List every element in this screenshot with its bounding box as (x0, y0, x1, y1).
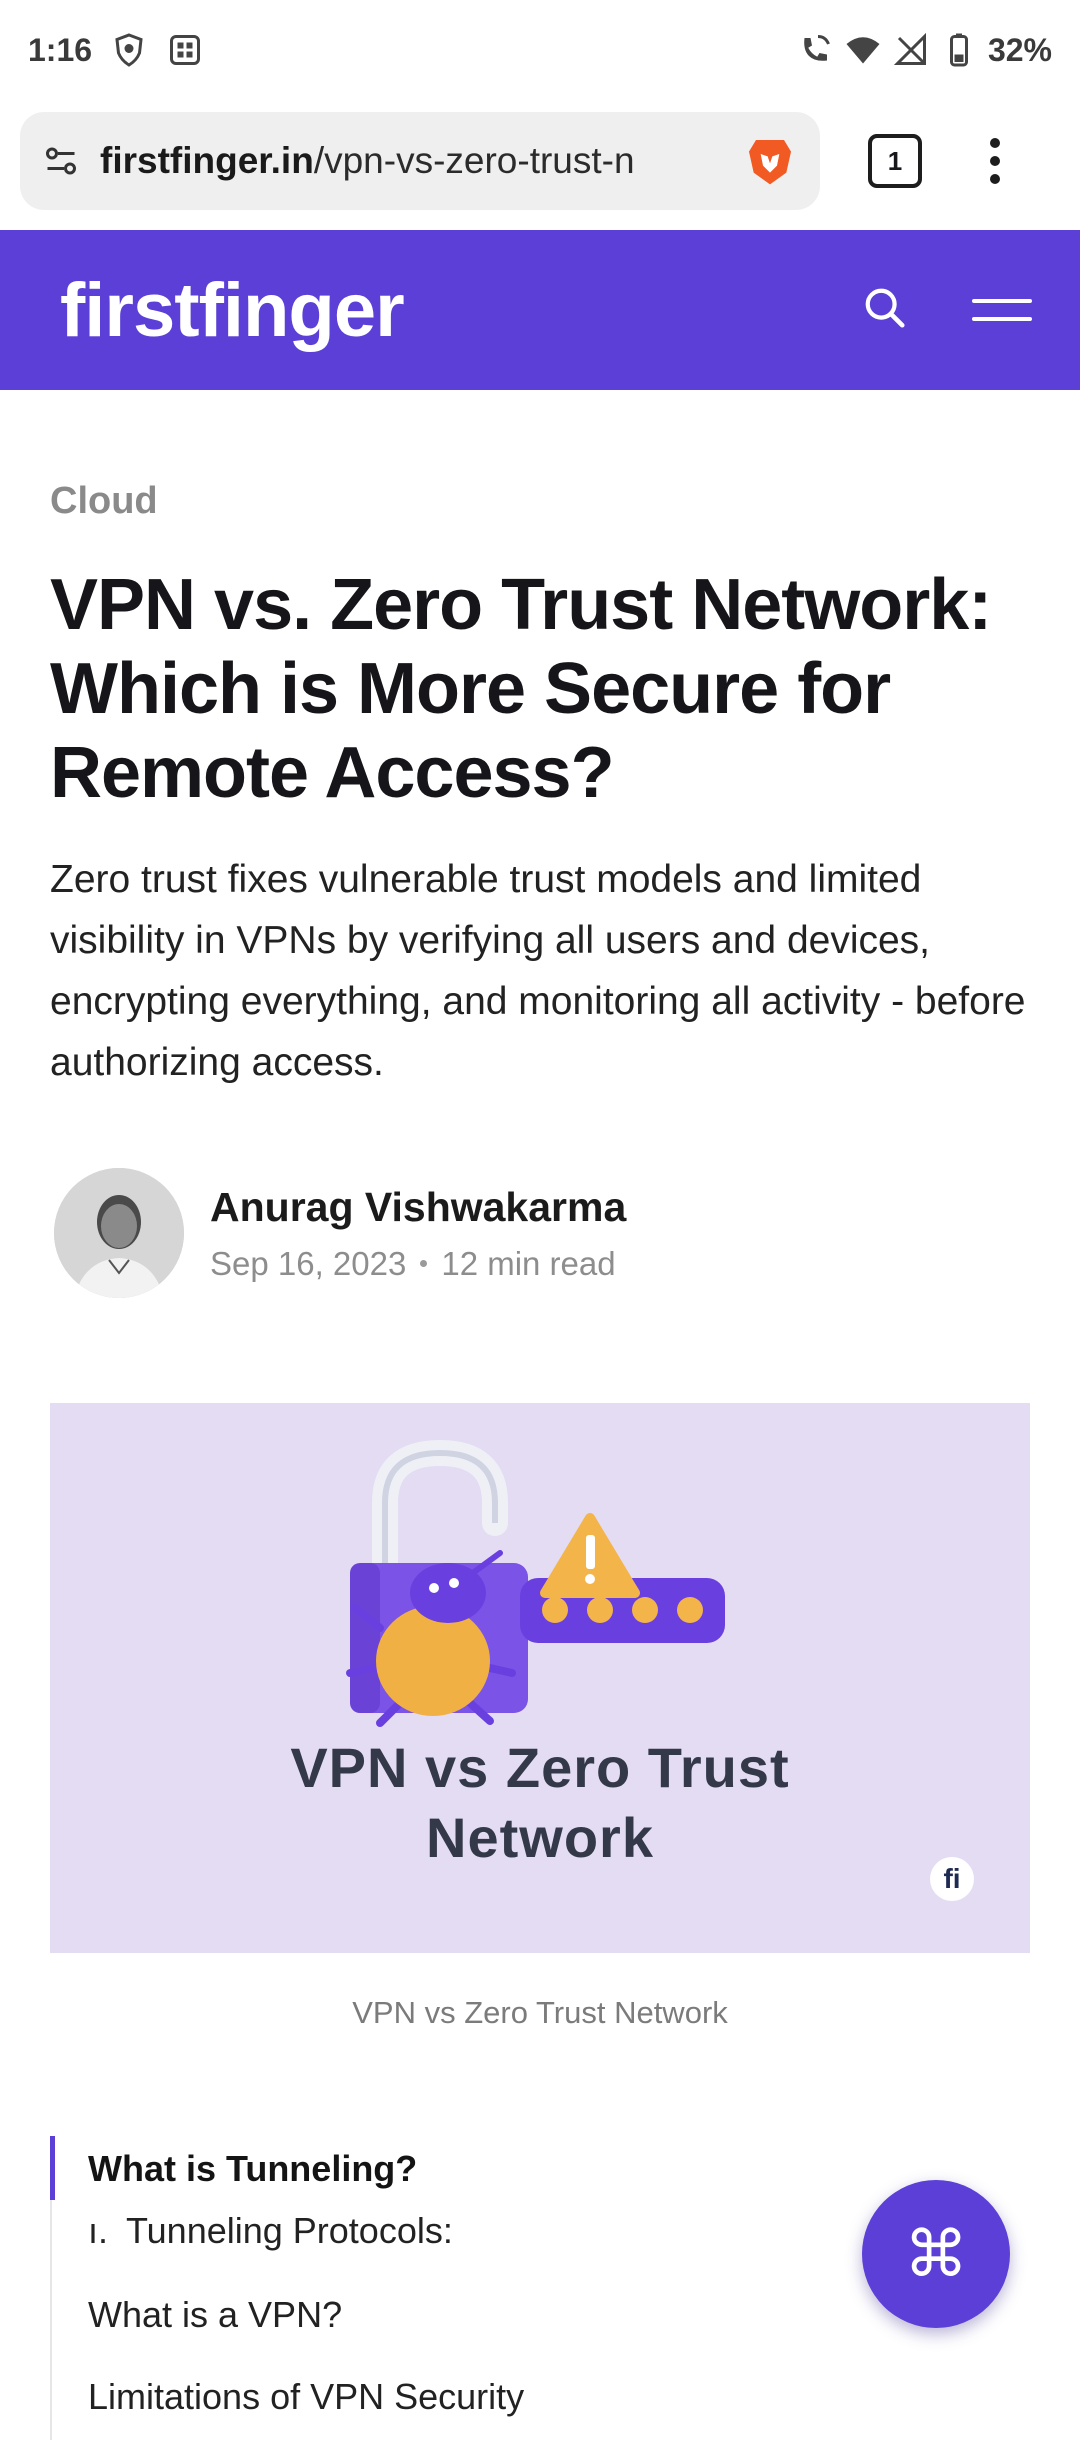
toc-active-indicator (50, 2136, 55, 2200)
article-title: VPN vs. Zero Trust Network: Which is Mor… (50, 565, 992, 813)
command-icon: ⌘ (904, 2217, 968, 2290)
author-block: Anurag Vishwakarma Sep 16, 2023 12 min r… (54, 1168, 626, 1298)
signal-icon (892, 31, 930, 69)
hero-image: VPN vs Zero Trust Network fi (50, 1403, 1030, 1953)
toc-item[interactable]: What is Tunneling? (88, 2148, 417, 2190)
brave-lion-icon[interactable] (742, 133, 798, 189)
menu-line (972, 317, 1032, 321)
toc-item-marker: ı. (88, 2210, 109, 2251)
status-left: 1:16 (28, 31, 204, 69)
menu-dot (990, 156, 1000, 166)
wifi-calling-icon (796, 31, 834, 69)
hero-title-line: VPN vs Zero Trust (290, 1736, 790, 1799)
menu-dot (990, 138, 1000, 148)
menu-icon[interactable] (972, 299, 1032, 321)
status-bar: 1:16 32% (0, 0, 1080, 100)
toc-item[interactable]: What is a VPN? (88, 2294, 342, 2336)
site-header: firstfinger (0, 230, 1080, 390)
wifi-icon (844, 31, 882, 69)
battery-icon (940, 31, 978, 69)
site-settings-icon[interactable] (42, 142, 80, 180)
url-host: firstfinger.in (100, 140, 314, 181)
article-category[interactable]: Cloud (50, 480, 1030, 523)
article-excerpt: Zero trust fixes vulnerable trust models… (50, 858, 1026, 1084)
padlock-bug-illustration (346, 1439, 725, 1727)
browser-menu-button[interactable] (990, 138, 1000, 184)
read-time: 12 min read (441, 1244, 616, 1282)
avatar[interactable] (54, 1168, 184, 1298)
hero-title: VPN vs Zero Trust Network (50, 1733, 1030, 1873)
site-logo[interactable]: firstfinger (60, 267, 405, 354)
publish-date: Sep 16, 2023 (210, 1244, 407, 1282)
meta-separator (420, 1260, 428, 1267)
fi-logo-badge: fi (930, 1857, 974, 1901)
article-meta: Sep 16, 2023 12 min read (210, 1245, 626, 1283)
command-button[interactable]: ⌘ (862, 2180, 1010, 2328)
app-grid-icon (166, 31, 204, 69)
address-bar[interactable]: firstfinger.in/vpn-vs-zero-trust-n (20, 112, 820, 210)
hero-title-line: Network (426, 1806, 654, 1869)
toc-item[interactable]: ı. Tunneling Protocols: (88, 2210, 453, 2252)
toc-item-label: Tunneling Protocols: (126, 2210, 453, 2251)
header-actions (862, 285, 1032, 336)
status-right: 32% (796, 31, 1052, 69)
author-name[interactable]: Anurag Vishwakarma (210, 1184, 626, 1231)
browser-toolbar: firstfinger.in/vpn-vs-zero-trust-n 1 (0, 100, 1080, 222)
toc-rail (50, 2200, 52, 2440)
brave-shield-icon (110, 31, 148, 69)
tab-switcher-button[interactable]: 1 (868, 134, 922, 188)
url-text[interactable]: firstfinger.in/vpn-vs-zero-trust-n (100, 140, 722, 182)
article-header: Cloud VPN vs. Zero Trust Network: Which … (50, 480, 1030, 1093)
url-path: /vpn-vs-zero-trust-n (313, 140, 635, 181)
status-time: 1:16 (28, 31, 93, 68)
toc-item[interactable]: Limitations of VPN Security (88, 2376, 524, 2418)
menu-dot (990, 174, 1000, 184)
author-info: Anurag Vishwakarma Sep 16, 2023 12 min r… (210, 1184, 626, 1283)
image-caption: VPN vs Zero Trust Network (352, 1995, 728, 2030)
menu-line (972, 299, 1032, 303)
search-icon[interactable] (862, 285, 908, 336)
battery-percent: 32% (987, 31, 1052, 68)
